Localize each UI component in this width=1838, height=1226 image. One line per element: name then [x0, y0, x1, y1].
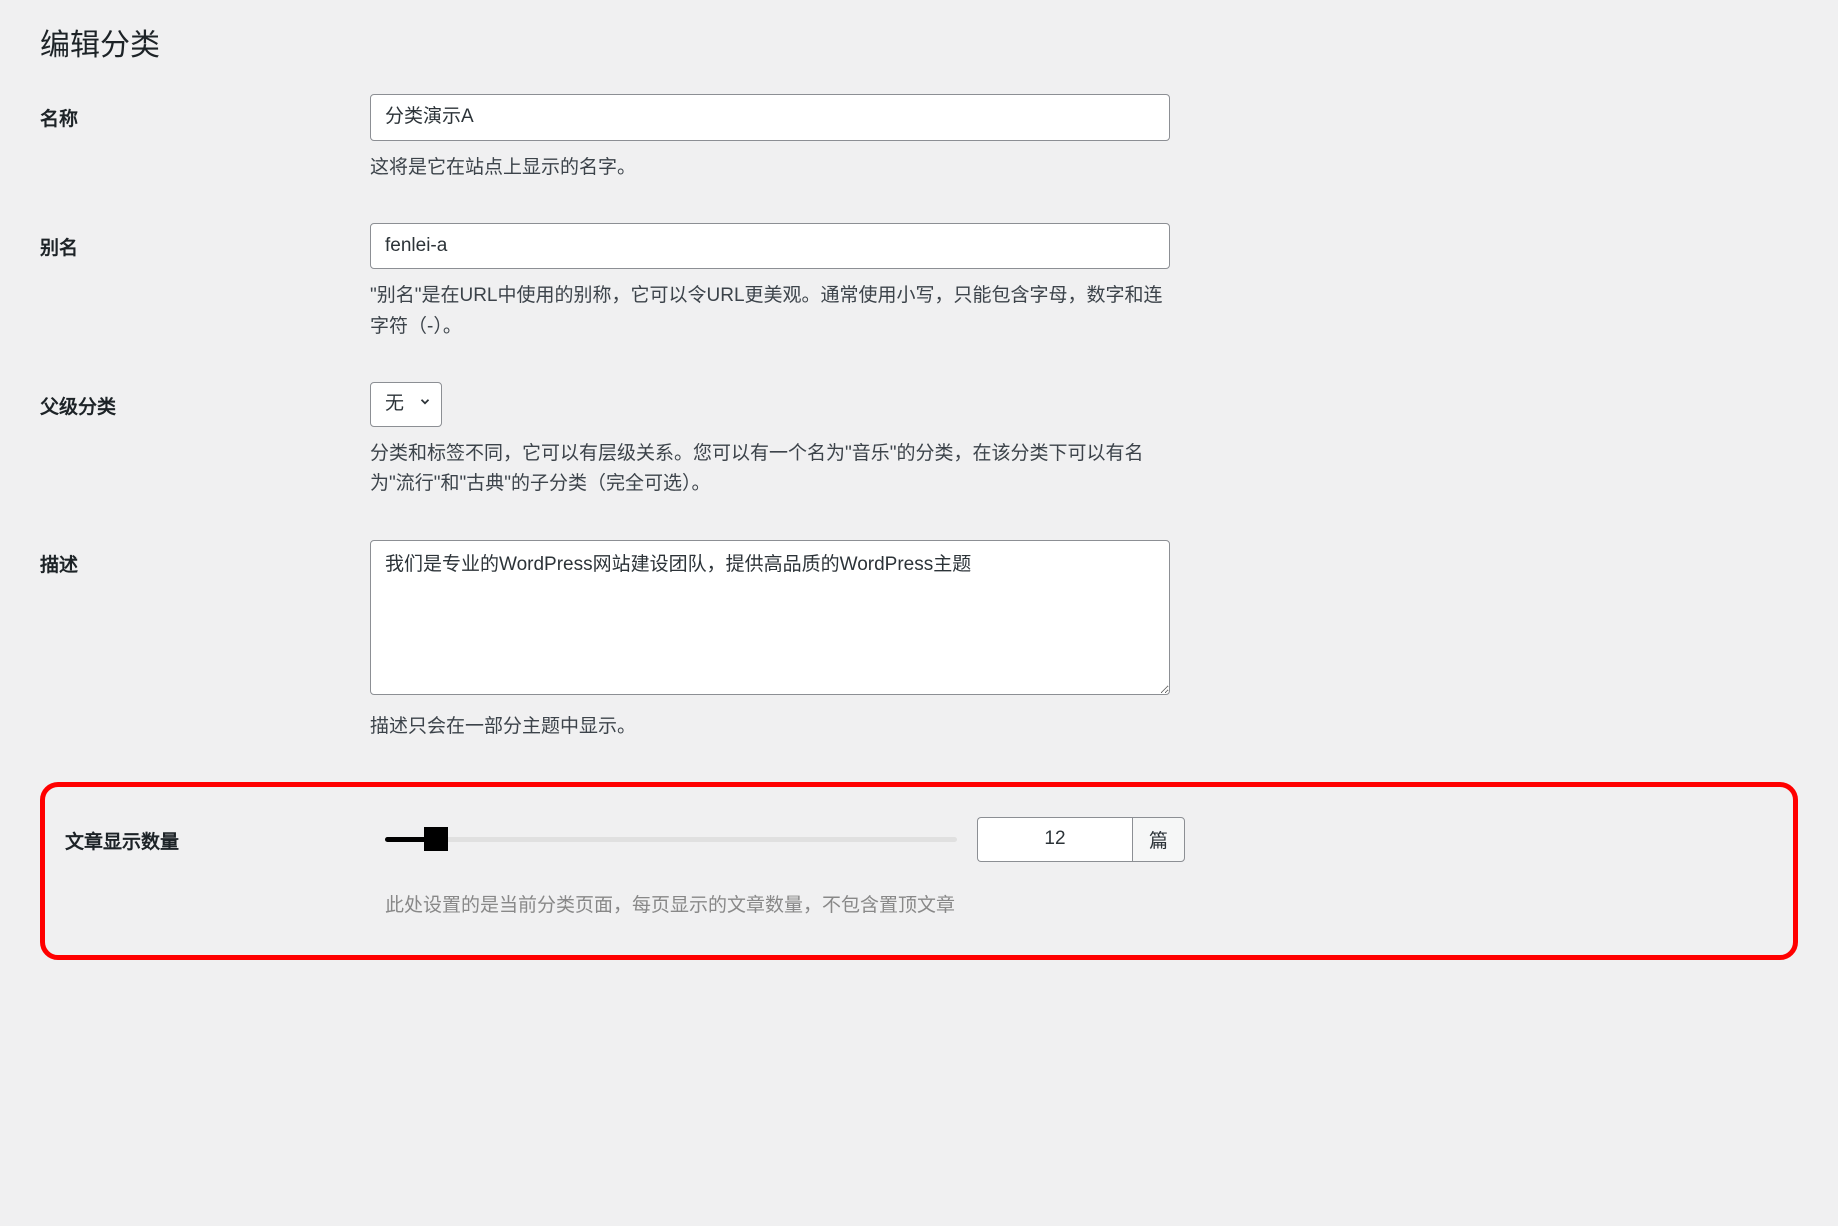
slug-input[interactable]: [370, 223, 1170, 270]
post-count-suffix: 篇: [1132, 817, 1185, 862]
parent-help-text: 分类和标签不同，它可以有层级关系。您可以有一个名为"音乐"的分类，在该分类下可以…: [370, 439, 1170, 500]
description-textarea[interactable]: 我们是专业的WordPress网站建设团队，提供高品质的WordPress主题: [370, 540, 1170, 695]
slug-help-text: "别名"是在URL中使用的别称，它可以令URL更美观。通常使用小写，只能包含字母…: [370, 281, 1170, 342]
post-count-input[interactable]: [977, 817, 1132, 862]
field-row-post-count: 文章显示数量 篇 此处设置的是当前分类页面，每页显示的文章数量，不包含置顶文章: [65, 817, 1773, 917]
description-label: 描述: [40, 540, 370, 577]
highlighted-post-count-section: 文章显示数量 篇 此处设置的是当前分类页面，每页显示的文章数量，不包含置顶文章: [40, 782, 1798, 960]
post-count-help-text: 此处设置的是当前分类页面，每页显示的文章数量，不包含置顶文章: [385, 890, 1185, 917]
slider-thumb[interactable]: [424, 827, 448, 851]
parent-label: 父级分类: [40, 382, 370, 419]
field-row-slug: 别名 "别名"是在URL中使用的别称，它可以令URL更美观。通常使用小写，只能包…: [40, 223, 1798, 342]
post-count-slider[interactable]: [385, 827, 957, 851]
slug-label: 别名: [40, 223, 370, 260]
slider-track: [385, 837, 957, 842]
field-row-name: 名称 这将是它在站点上显示的名字。: [40, 94, 1798, 183]
name-input[interactable]: [370, 94, 1170, 141]
parent-select[interactable]: 无: [370, 382, 442, 427]
field-row-description: 描述 我们是专业的WordPress网站建设团队，提供高品质的WordPress…: [40, 540, 1798, 742]
post-count-label: 文章显示数量: [65, 817, 385, 854]
name-label: 名称: [40, 94, 370, 131]
name-help-text: 这将是它在站点上显示的名字。: [370, 153, 1170, 183]
field-row-parent: 父级分类 无 分类和标签不同，它可以有层级关系。您可以有一个名为"音乐"的分类，…: [40, 382, 1798, 499]
page-title: 编辑分类: [40, 20, 1798, 64]
description-help-text: 描述只会在一部分主题中显示。: [370, 712, 1170, 742]
